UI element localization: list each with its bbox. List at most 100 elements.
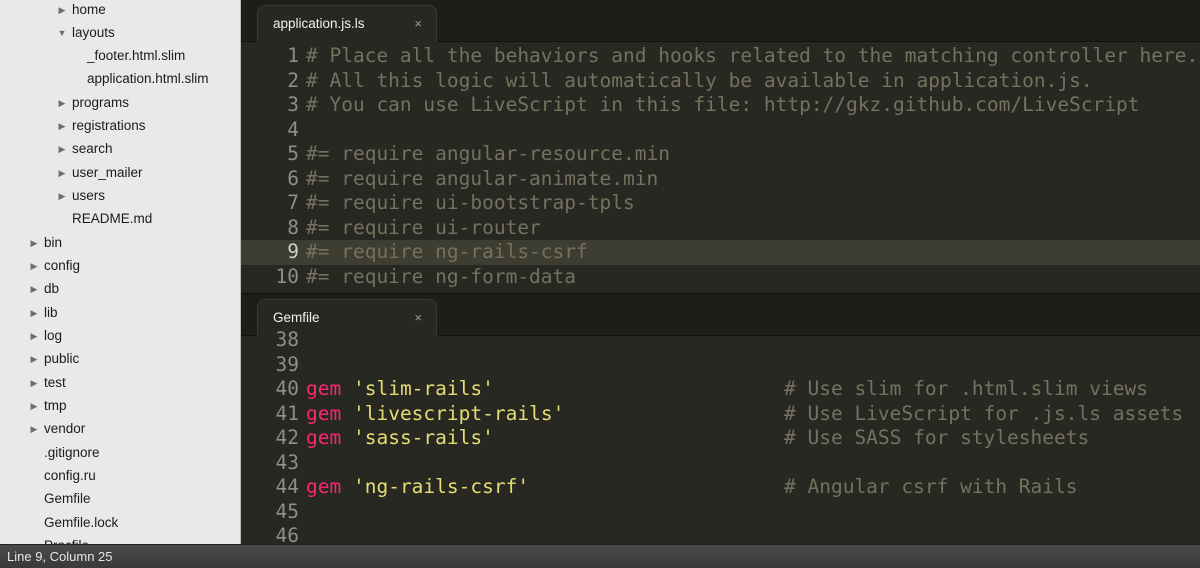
line-number: 4 [287, 117, 299, 141]
code-comment: # You can use LiveScript in this file: h… [306, 93, 1140, 116]
code-text: gem 'slim-rails' [306, 377, 494, 402]
code-line: 39 [241, 353, 1200, 378]
tree-item-label: .gitignore [44, 445, 100, 460]
code-comment: # Angular csrf with Rails [784, 475, 1078, 498]
code-line-current: 9 #= require ng-rails-csrf [241, 240, 1200, 265]
line-number: 3 [287, 93, 299, 116]
code-line: 43 [241, 451, 1200, 476]
code-comment: # Use LiveScript for .js.ls assets [784, 401, 1184, 425]
disclosure-triangle-icon[interactable]: ▶ [56, 163, 68, 183]
tree-item-label: users [72, 188, 106, 203]
code-keyword: gem [306, 475, 342, 498]
code-string: 'livescript-rails' [352, 401, 565, 425]
code-line: 2 # All this logic will automatically be … [241, 69, 1200, 94]
code-line: 7 #= require ui-bootstrap-tpls [241, 191, 1200, 216]
tree-item-label: config [44, 258, 81, 273]
code-line: 38 [241, 328, 1200, 353]
tree-item-label: tmp [44, 398, 67, 413]
code-line: 44 gem 'ng-rails-csrf' # Angular csrf with… [241, 475, 1200, 500]
code-comment: # Place all the behaviors and hooks rela… [306, 44, 1199, 67]
code-keyword: gem [306, 377, 342, 400]
code-line: 6 #= require angular-animate.min [241, 167, 1200, 192]
tree-item-label: bin [44, 235, 63, 250]
code-line: 1 # Place all the behaviors and hooks rel… [241, 44, 1200, 69]
line-number: 5 [287, 142, 299, 165]
disclosure-triangle-icon[interactable]: ▶ [28, 279, 40, 299]
code-line: 46 [241, 524, 1200, 544]
editor-pane-bottom[interactable]: Gemfile × 38 39 40 gem 'slim-rails' # Use … [241, 294, 1200, 544]
code-text: gem 'ng-rails-csrf' [306, 475, 529, 500]
code-comment: # Use slim for .html.slim views [784, 377, 1148, 400]
tree-item-label: home [72, 2, 106, 17]
disclosure-triangle-icon[interactable]: ▶ [28, 419, 40, 439]
disclosure-triangle-icon[interactable]: ▶ [28, 349, 40, 369]
sidebar-file-tree: ▶ home ▼ layouts _footer.html.slim appli… [0, 0, 241, 544]
code-comment: #= require ng-rails-csrf [306, 240, 588, 263]
code-string: 'slim-rails' [352, 377, 494, 400]
code-area[interactable]: 38 39 40 gem 'slim-rails' # Use slim for .… [241, 328, 1200, 544]
code-comment: # Use SASS for stylesheets [784, 426, 1090, 449]
disclosure-triangle-icon[interactable]: ▶ [56, 0, 68, 20]
code-text: gem 'sass-rails' [306, 426, 494, 451]
tab-bar: application.js.ls × [241, 0, 1200, 42]
code-string: 'sass-rails' [352, 426, 494, 449]
line-number: 2 [287, 68, 299, 92]
line-number: 10 [275, 264, 299, 288]
disclosure-triangle-icon[interactable]: ▶ [28, 396, 40, 416]
code-text: gem 'livescript-rails' [306, 402, 564, 427]
code-keyword: gem [306, 426, 342, 449]
disclosure-triangle-icon[interactable]: ▶ [56, 116, 68, 136]
code-line: 8 #= require ui-router [241, 216, 1200, 241]
tree-item-label: lib [44, 305, 58, 320]
disclosure-triangle-icon[interactable]: ▶ [56, 93, 68, 113]
close-icon[interactable]: × [414, 6, 422, 42]
code-line: 5 #= require angular-resource.min [241, 142, 1200, 167]
disclosure-triangle-icon[interactable]: ▶ [28, 373, 40, 393]
editor-window: ▶ home ▼ layouts _footer.html.slim appli… [0, 0, 1200, 568]
disclosure-triangle-icon[interactable]: ▶ [28, 326, 40, 346]
tree-item-label: vendor [44, 421, 86, 436]
code-line: 4 [241, 118, 1200, 143]
tree-item-label: search [72, 141, 113, 156]
code-comment: #= require angular-animate.min [306, 166, 659, 190]
disclosure-triangle-icon[interactable]: ▶ [28, 233, 40, 253]
tree-item-label: Procfile [44, 536, 89, 544]
tree-item-label: user_mailer [72, 165, 143, 180]
disclosure-triangle-icon[interactable]: ▶ [56, 139, 68, 159]
code-line: 40 gem 'slim-rails' # Use slim for .html.s… [241, 377, 1200, 402]
code-comment: # All this logic will automatically be a… [306, 68, 1093, 92]
tree-item-label: Gemfile.lock [44, 515, 119, 530]
tree-item-label: registrations [72, 118, 146, 133]
disclosure-triangle-icon[interactable]: ▼ [56, 23, 68, 43]
line-number: 46 [275, 524, 299, 544]
tree-item-label: layouts [72, 25, 115, 40]
line-number: 39 [275, 352, 299, 376]
code-comment: #= require ui-bootstrap-tpls [306, 191, 635, 214]
disclosure-triangle-icon[interactable]: ▶ [56, 186, 68, 206]
tree-item-label: _footer.html.slim [87, 48, 186, 63]
line-number: 1 [287, 44, 299, 67]
code-line: 41 gem 'livescript-rails' # Use LiveScript… [241, 402, 1200, 427]
tree-item-label: README.md [72, 211, 153, 226]
disclosure-triangle-icon[interactable]: ▶ [28, 256, 40, 276]
line-number: 9 [241, 240, 299, 265]
tree-item-label: programs [72, 95, 130, 110]
code-line: 10 #= require ng-form-data [241, 265, 1200, 290]
line-number: 38 [275, 328, 299, 351]
code-area[interactable]: 1 # Place all the behaviors and hooks rel… [241, 44, 1200, 289]
line-number: 6 [287, 166, 299, 190]
tab-application-js-ls[interactable]: application.js.ls × [257, 5, 437, 42]
line-number: 8 [287, 215, 299, 239]
line-number: 7 [287, 191, 299, 214]
code-line: 42 gem 'sass-rails' # Use SASS for stylesh… [241, 426, 1200, 451]
tab-title: application.js.ls [273, 16, 365, 31]
tree-item-label: public [44, 351, 80, 366]
line-number: 42 [275, 426, 299, 449]
editor-pane-top[interactable]: application.js.ls × 1 # Place all the beh… [241, 0, 1200, 293]
line-number: 44 [275, 475, 299, 498]
disclosure-triangle-icon[interactable]: ▶ [28, 303, 40, 323]
tree-item-label: log [44, 328, 63, 343]
code-line: 3 # You can use LiveScript in this file: … [241, 93, 1200, 118]
code-comment: #= require ui-router [306, 215, 541, 239]
tree-item-label: Gemfile [44, 491, 91, 506]
